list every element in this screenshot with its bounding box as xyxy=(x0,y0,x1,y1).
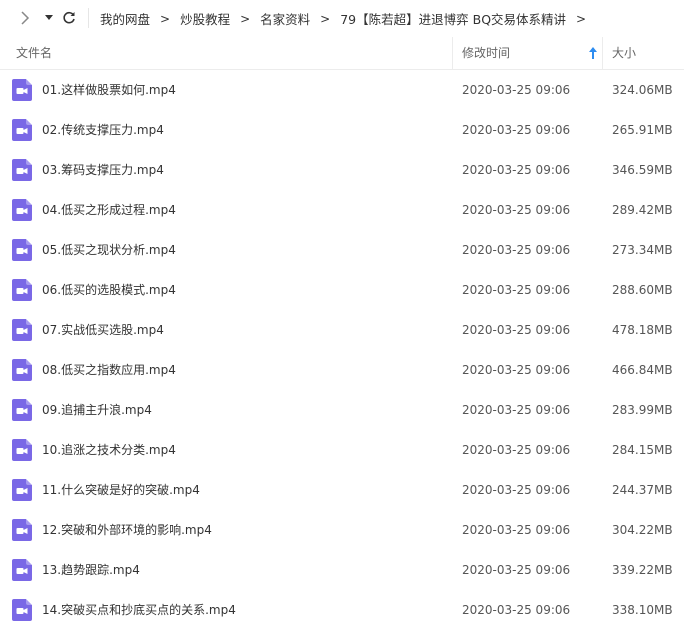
file-name[interactable]: 08.低买之指数应用.mp4 xyxy=(42,350,176,390)
file-row[interactable]: 10.追涨之技术分类.mp4 2020-03-25 09:06 284.15MB xyxy=(0,430,684,470)
file-modified-date: 2020-03-25 09:06 xyxy=(462,603,571,617)
file-modified-date: 2020-03-25 09:06 xyxy=(462,283,571,297)
file-name[interactable]: 07.实战低买选股.mp4 xyxy=(42,310,164,350)
file-row[interactable]: 11.什么突破是好的突破.mp4 2020-03-25 09:06 244.37MB xyxy=(0,470,684,510)
video-file-icon xyxy=(12,199,32,221)
file-row[interactable]: 04.低买之形成过程.mp4 2020-03-25 09:06 289.42MB xyxy=(0,190,684,230)
video-file-icon xyxy=(12,79,32,101)
file-name[interactable]: 10.追涨之技术分类.mp4 xyxy=(42,430,176,470)
nav-divider xyxy=(88,8,89,28)
file-name[interactable]: 03.筹码支撑压力.mp4 xyxy=(42,150,164,190)
file-name[interactable]: 12.突破和外部环境的影响.mp4 xyxy=(42,510,212,550)
column-header: 文件名 修改时间 大小 xyxy=(0,37,684,70)
column-divider[interactable] xyxy=(602,37,603,69)
file-modified-date: 2020-03-25 09:06 xyxy=(462,363,571,377)
video-file-icon xyxy=(12,439,32,461)
file-size: 478.18MB xyxy=(612,323,673,337)
file-size: 339.22MB xyxy=(612,563,673,577)
file-modified-date: 2020-03-25 09:06 xyxy=(462,243,571,257)
video-file-icon xyxy=(12,359,32,381)
file-modified-date: 2020-03-25 09:06 xyxy=(462,563,571,577)
sort-up-arrow-icon[interactable] xyxy=(588,46,598,60)
file-row[interactable]: 09.追捕主升浪.mp4 2020-03-25 09:06 283.99MB xyxy=(0,390,684,430)
video-file-icon xyxy=(12,479,32,501)
file-modified-date: 2020-03-25 09:06 xyxy=(462,203,571,217)
file-size: 284.15MB xyxy=(612,443,673,457)
file-size: 283.99MB xyxy=(612,403,673,417)
file-size: 466.84MB xyxy=(612,363,673,377)
file-size: 338.10MB xyxy=(612,603,673,617)
chevron-right-icon[interactable] xyxy=(16,6,34,30)
column-modified-header[interactable]: 修改时间 xyxy=(462,37,510,69)
column-name-header[interactable]: 文件名 xyxy=(16,37,52,69)
file-name[interactable]: 06.低买的选股模式.mp4 xyxy=(42,270,176,310)
file-list: 01.这样做股票如何.mp4 2020-03-25 09:06 324.06MB 02… xyxy=(0,70,684,630)
file-name[interactable]: 14.突破买点和抄底买点的关系.mp4 xyxy=(42,590,236,630)
file-row[interactable]: 01.这样做股票如何.mp4 2020-03-25 09:06 324.06MB xyxy=(0,70,684,110)
file-row[interactable]: 03.筹码支撑压力.mp4 2020-03-25 09:06 346.59MB xyxy=(0,150,684,190)
file-size: 288.60MB xyxy=(612,283,673,297)
file-row[interactable]: 07.实战低买选股.mp4 2020-03-25 09:06 478.18MB xyxy=(0,310,684,350)
breadcrumb-separator-icon: > xyxy=(576,11,587,26)
video-file-icon xyxy=(12,239,32,261)
breadcrumb-item[interactable]: 79【陈若超】进退博弈 BQ交易体系精讲 xyxy=(340,9,566,28)
file-modified-date: 2020-03-25 09:06 xyxy=(462,403,571,417)
file-size: 346.59MB xyxy=(612,163,673,177)
file-name[interactable]: 05.低买之现状分析.mp4 xyxy=(42,230,176,270)
file-modified-date: 2020-03-25 09:06 xyxy=(462,83,571,97)
file-modified-date: 2020-03-25 09:06 xyxy=(462,163,571,177)
refresh-icon[interactable] xyxy=(60,6,78,30)
video-file-icon xyxy=(12,519,32,541)
video-file-icon xyxy=(12,399,32,421)
caret-down-icon[interactable] xyxy=(42,6,56,30)
file-modified-date: 2020-03-25 09:06 xyxy=(462,443,571,457)
file-size: 244.37MB xyxy=(612,483,673,497)
breadcrumb-separator-icon: > xyxy=(160,11,171,26)
video-file-icon xyxy=(12,559,32,581)
file-row[interactable]: 13.趋势跟踪.mp4 2020-03-25 09:06 339.22MB xyxy=(0,550,684,590)
breadcrumb: 我的网盘 > 炒股教程 > 名家资料 >79【陈若超】进退博弈 BQ交易体系精讲 > xyxy=(100,0,596,37)
file-name[interactable]: 01.这样做股票如何.mp4 xyxy=(42,70,176,110)
file-name[interactable]: 09.追捕主升浪.mp4 xyxy=(42,390,152,430)
video-file-icon xyxy=(12,599,32,621)
file-size: 273.34MB xyxy=(612,243,673,257)
file-row[interactable]: 12.突破和外部环境的影响.mp4 2020-03-25 09:06 304.22M… xyxy=(0,510,684,550)
file-modified-date: 2020-03-25 09:06 xyxy=(462,323,571,337)
breadcrumb-item[interactable]: 炒股教程 xyxy=(180,9,230,28)
file-row[interactable]: 08.低买之指数应用.mp4 2020-03-25 09:06 466.84MB xyxy=(0,350,684,390)
file-row[interactable]: 06.低买的选股模式.mp4 2020-03-25 09:06 288.60MB xyxy=(0,270,684,310)
video-file-icon xyxy=(12,319,32,341)
column-divider[interactable] xyxy=(452,37,453,69)
file-size: 265.91MB xyxy=(612,123,673,137)
file-modified-date: 2020-03-25 09:06 xyxy=(462,123,571,137)
video-file-icon xyxy=(12,119,32,141)
video-file-icon xyxy=(12,159,32,181)
breadcrumb-item[interactable]: 我的网盘 xyxy=(100,9,150,28)
file-row[interactable]: 02.传统支撑压力.mp4 2020-03-25 09:06 265.91MB xyxy=(0,110,684,150)
file-size: 324.06MB xyxy=(612,83,673,97)
file-name[interactable]: 02.传统支撑压力.mp4 xyxy=(42,110,164,150)
file-name[interactable]: 04.低买之形成过程.mp4 xyxy=(42,190,176,230)
file-name[interactable]: 13.趋势跟踪.mp4 xyxy=(42,550,140,590)
file-modified-date: 2020-03-25 09:06 xyxy=(462,483,571,497)
file-size: 304.22MB xyxy=(612,523,673,537)
file-row[interactable]: 14.突破买点和抄底买点的关系.mp4 2020-03-25 09:06 338.1… xyxy=(0,590,684,630)
video-file-icon xyxy=(12,279,32,301)
file-modified-date: 2020-03-25 09:06 xyxy=(462,523,571,537)
breadcrumb-item[interactable]: 名家资料 xyxy=(260,9,310,28)
breadcrumb-separator-icon: > xyxy=(320,11,331,26)
breadcrumb-separator-icon: > xyxy=(240,11,251,26)
file-size: 289.42MB xyxy=(612,203,673,217)
file-name[interactable]: 11.什么突破是好的突破.mp4 xyxy=(42,470,200,510)
column-size-header[interactable]: 大小 xyxy=(612,37,636,69)
file-row[interactable]: 05.低买之现状分析.mp4 2020-03-25 09:06 273.34MB xyxy=(0,230,684,270)
navigation-bar: 我的网盘 > 炒股教程 > 名家资料 >79【陈若超】进退博弈 BQ交易体系精讲 > xyxy=(0,0,684,37)
